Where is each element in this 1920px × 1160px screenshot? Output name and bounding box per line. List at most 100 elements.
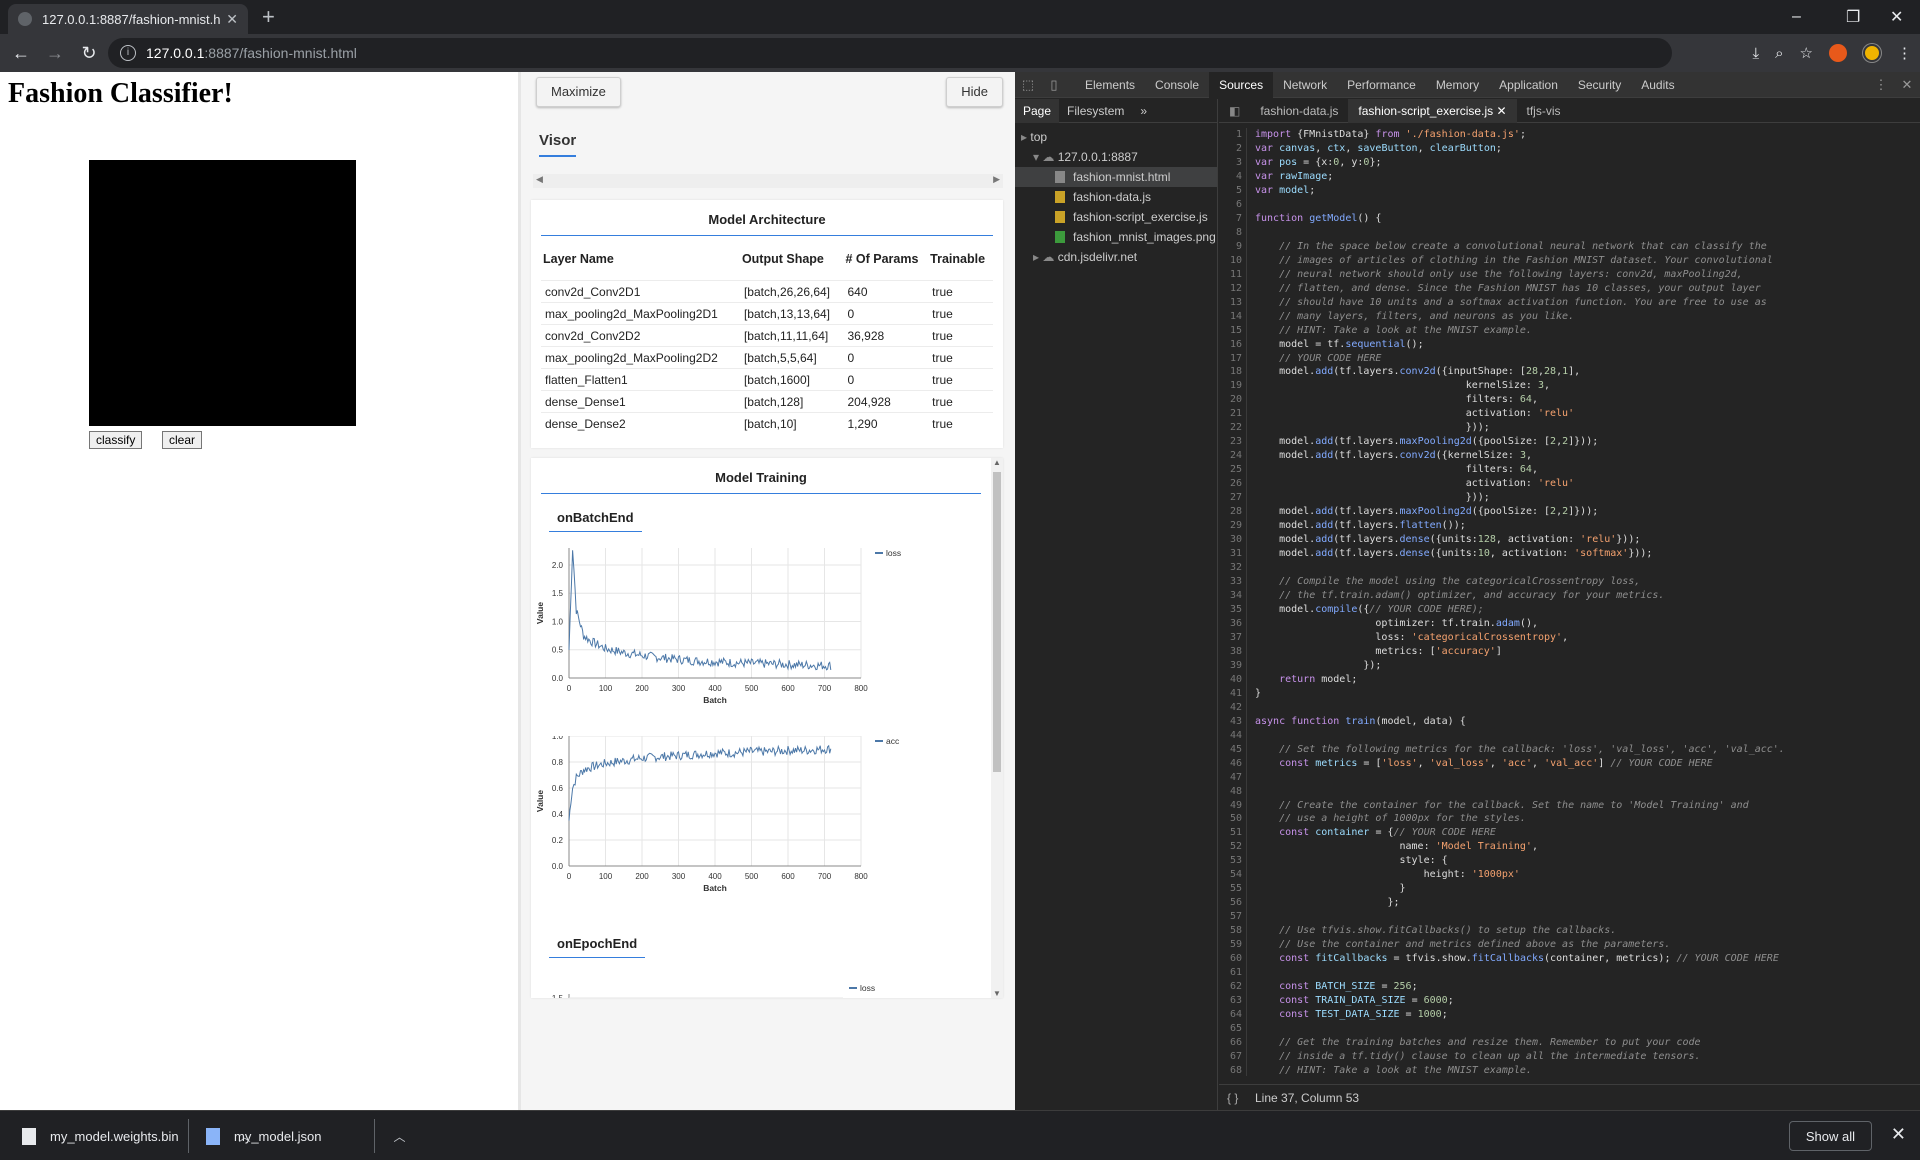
close-icon[interactable]: ✕ [1891, 1124, 1906, 1145]
table-cell: 0 [843, 368, 929, 391]
table-cell: 1,290 [843, 412, 929, 435]
devtools-tab-performance[interactable]: Performance [1337, 72, 1426, 98]
devtools-tab-sources[interactable]: Sources [1209, 71, 1274, 98]
forward-icon[interactable]: → [42, 43, 68, 64]
toggle-navigator-icon[interactable]: ◧ [1219, 99, 1250, 123]
code-area[interactable]: 1 2 3 4 5 6 7 8 9 10 11 12 13 14 15 16 1… [1219, 124, 1920, 1076]
hide-button[interactable]: Hide [946, 77, 1003, 107]
browser-tabstrip: 127.0.0.1:8887/fashion-mnist.htm ✕ + – ❐… [0, 0, 1920, 34]
new-tab-icon[interactable]: + [262, 5, 275, 29]
devtools-tab-elements[interactable]: Elements [1075, 72, 1145, 98]
tab-page[interactable]: Page [1015, 98, 1060, 123]
table-row: dense_Dense2 [batch,10] 1,290 true [541, 412, 993, 435]
y-tick-label: 2.0 [552, 561, 564, 570]
window-close-icon[interactable]: ✕ [1890, 0, 1903, 34]
close-icon[interactable]: ✕ [1496, 104, 1506, 118]
table-cell: 0 [843, 302, 929, 325]
minimize-icon[interactable]: – [1792, 0, 1801, 34]
table-cell: [batch,5,5,64] [739, 346, 844, 369]
pretty-print-icon[interactable]: { } [1227, 1085, 1238, 1111]
tree-top[interactable]: ▸ top [1015, 127, 1217, 147]
series-line [568, 744, 832, 821]
tree-file-png[interactable]: fashion_mnist_images.png [1015, 227, 1217, 247]
table-cell: [batch,128] [739, 390, 844, 413]
clear-button[interactable]: clear [162, 431, 203, 449]
menu-icon[interactable]: ⋮ [1897, 44, 1912, 62]
devtools-panel: ⬚ ▯ Elements Console Sources Network Perform… [1015, 71, 1920, 1111]
devtools-close-icon[interactable]: ✕ [1894, 77, 1920, 93]
table-cell: conv2d_Conv2D2 [541, 324, 740, 347]
scrollbar-thumb[interactable] [993, 472, 1001, 772]
device-toggle-icon[interactable]: ▯ [1041, 77, 1067, 93]
download-filename: my_model.json [234, 1128, 322, 1144]
editor-tab-script-js[interactable]: fashion-script_exercise.js ✕ [1348, 98, 1517, 123]
editor-tab-data-js[interactable]: fashion-data.js [1250, 99, 1348, 123]
show-all-button[interactable]: Show all [1788, 1121, 1872, 1151]
vertical-scrollbar[interactable]: ▲ ▼ [991, 458, 1003, 998]
cursor-position: Line 37, Column 53 [1255, 1091, 1360, 1105]
horizontal-scrollbar[interactable]: ◀ ▶ [533, 174, 1003, 188]
restore-icon[interactable]: ❐ [1846, 0, 1860, 34]
chevron-up-icon[interactable]: ︿ [393, 1128, 405, 1145]
scroll-up-icon[interactable]: ▲ [993, 458, 1001, 467]
devtools-tab-memory[interactable]: Memory [1426, 72, 1489, 98]
scroll-right-icon[interactable]: ▶ [993, 174, 1000, 185]
card-title: Model Architecture [541, 200, 993, 236]
tab-onbatchend[interactable]: onBatchEnd [549, 510, 642, 532]
reload-icon[interactable]: ↻ [76, 43, 102, 64]
devtools-tab-console[interactable]: Console [1145, 72, 1209, 98]
x-tick-label: 300 [672, 872, 686, 881]
bookmark-star-icon[interactable]: ☆ [1800, 44, 1813, 62]
x-tick-label: 200 [635, 684, 649, 693]
tab-onepochend[interactable]: onEpochEnd [549, 936, 646, 958]
devtools-tabbar: ⬚ ▯ Elements Console Sources Network Perform… [1015, 71, 1920, 98]
profile-avatar[interactable] [1863, 44, 1881, 62]
x-tick-label: 600 [781, 872, 795, 881]
js-file-icon [1055, 211, 1065, 223]
extension-icon[interactable] [1829, 44, 1847, 62]
address-bar[interactable]: i 127.0.0.1:8887/fashion-mnist.html [108, 38, 1672, 68]
tab-filesystem[interactable]: Filesystem [1059, 99, 1132, 123]
devtools-tab-network[interactable]: Network [1273, 72, 1337, 98]
tree-file-html[interactable]: fashion-mnist.html [1015, 167, 1217, 187]
y-tick-label: 0.0 [552, 862, 564, 871]
tree-host[interactable]: ▾ ☁ 127.0.0.1:8887 [1015, 147, 1217, 167]
editor-tab-tfjs-vis[interactable]: tfjs-vis [1517, 99, 1571, 123]
back-icon[interactable]: ← [8, 43, 34, 64]
table-row: max_pooling2d_MaxPooling2D2 [batch,5,5,64… [541, 346, 993, 369]
download-icon[interactable]: ⤓ [1753, 45, 1760, 62]
table-cell: true [928, 324, 993, 347]
line-numbers: 1 2 3 4 5 6 7 8 9 10 11 12 13 14 15 16 1… [1219, 128, 1247, 1076]
devtools-tab-audits[interactable]: Audits [1631, 72, 1684, 98]
scroll-down-icon[interactable]: ▼ [993, 989, 1001, 998]
table-cell: [batch,1600] [739, 368, 844, 391]
info-icon[interactable]: i [120, 45, 136, 61]
scroll-left-icon[interactable]: ◀ [536, 174, 543, 185]
classify-button[interactable]: classify [89, 431, 143, 449]
table-row: flatten_Flatten1 [batch,1600] 0 true [541, 368, 993, 391]
browser-tab[interactable]: 127.0.0.1:8887/fashion-mnist.htm ✕ [8, 4, 248, 34]
drawing-canvas[interactable] [89, 160, 356, 426]
code-editor: ◧ fashion-data.js fashion-script_exercis… [1219, 98, 1920, 1111]
acc-chart: 0 100 200 300 400 500 600 700 800 0.0 0.2 0.4 0.6 0.8… [531, 732, 981, 921]
maximize-button[interactable]: Maximize [536, 77, 621, 107]
inspect-icon[interactable]: ⬚ [1015, 77, 1041, 93]
tree-label: 127.0.0.1:8887 [1057, 150, 1138, 164]
table-cell: [batch,10] [739, 412, 844, 435]
more-icon[interactable]: ⋮ [1868, 77, 1894, 93]
y-tick-label: 1.0 [552, 736, 564, 741]
table-row: max_pooling2d_MaxPooling2D1 [batch,13,13,… [541, 302, 993, 325]
tree-cdn[interactable]: ▸ ☁ cdn.jsdelivr.net [1015, 247, 1217, 267]
visor-panel: Maximize Hide Visor ◀ ▶ Model Architectu… [518, 72, 1015, 1110]
x-axis-label: Batch [703, 883, 727, 893]
code-text[interactable]: import {FMnistData} from './fashion-data… [1255, 128, 1785, 1076]
tree-file-script-js[interactable]: fashion-script_exercise.js [1015, 207, 1217, 227]
tab-visor[interactable]: Visor [539, 132, 577, 157]
devtools-tab-security[interactable]: Security [1568, 72, 1631, 98]
download-item[interactable]: my_model.json ︿ [206, 1111, 405, 1160]
more-tabs-icon[interactable]: » [1132, 99, 1155, 123]
close-icon[interactable]: ✕ [226, 11, 238, 28]
tree-file-data-js[interactable]: fashion-data.js [1015, 187, 1217, 207]
zoom-icon[interactable]: ⌕ [1775, 45, 1783, 62]
devtools-tab-application[interactable]: Application [1489, 72, 1568, 98]
